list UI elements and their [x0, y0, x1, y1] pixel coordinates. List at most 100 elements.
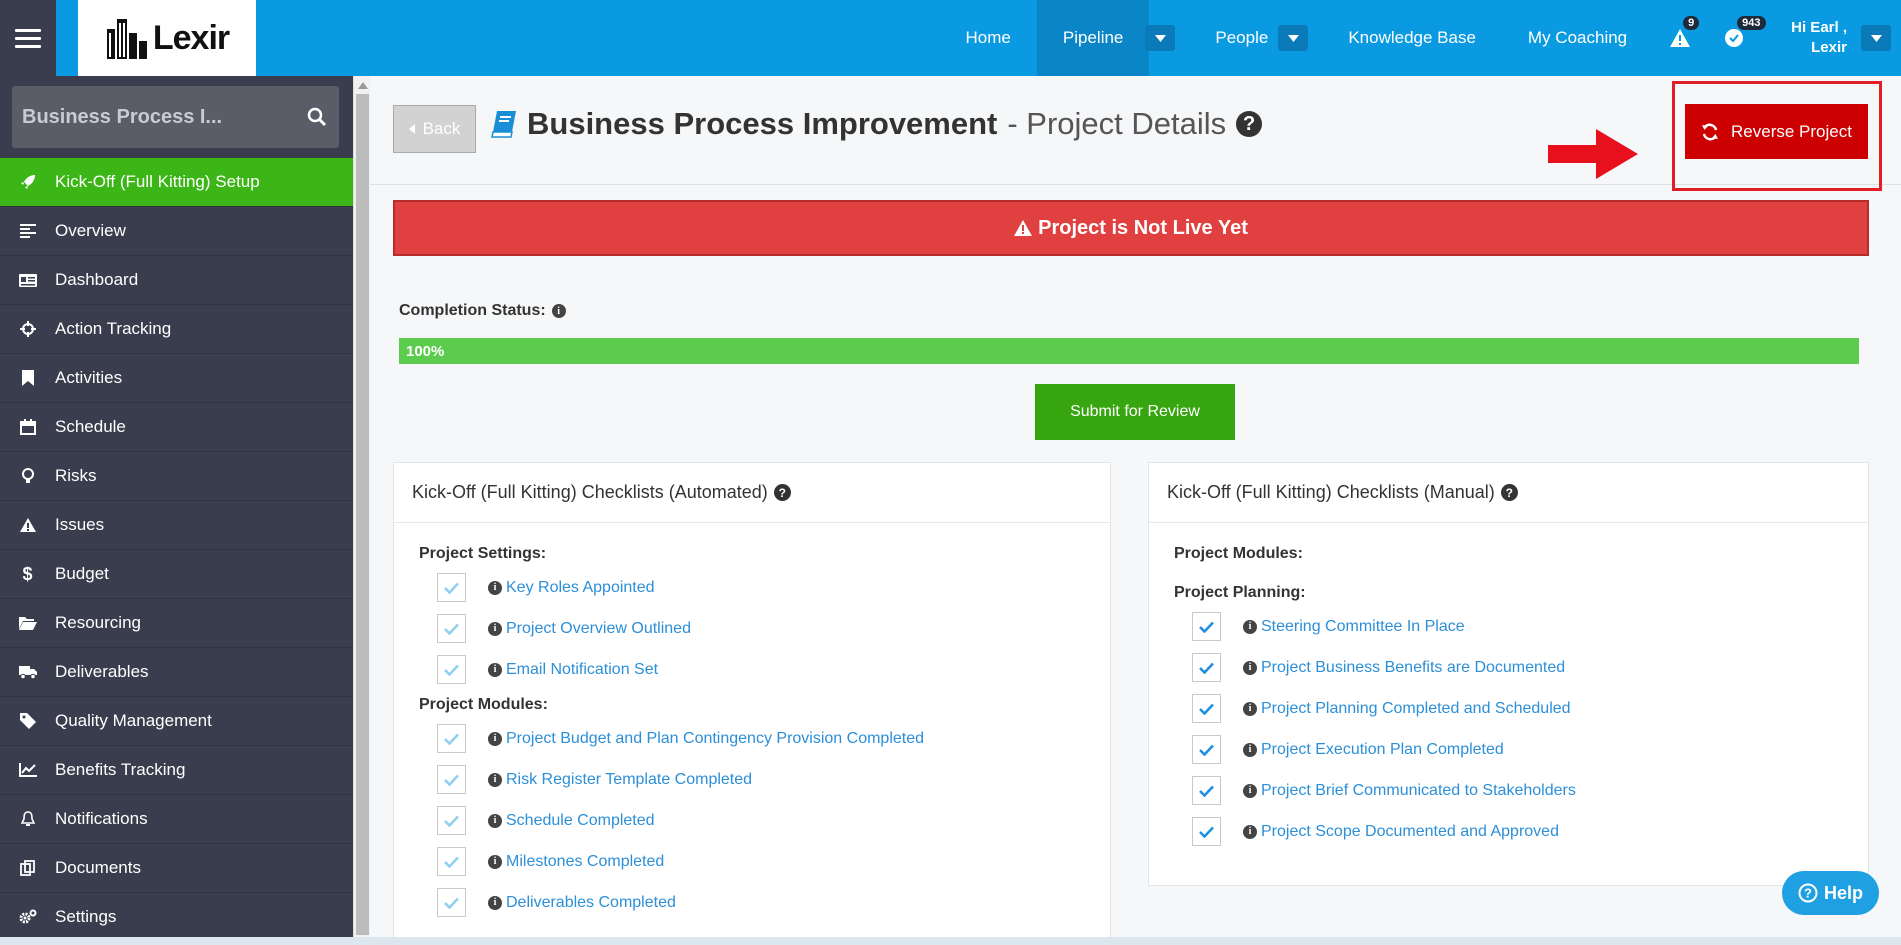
- search-icon[interactable]: [305, 105, 329, 129]
- checklist-item-link[interactable]: Steering Committee In Place: [1261, 618, 1465, 636]
- panel-title: Kick-Off (Full Kitting) Checklists (Manu…: [1167, 482, 1495, 502]
- checklist-item-link[interactable]: Project Scope Documented and Approved: [1261, 823, 1559, 841]
- checklist-item-link[interactable]: Milestones Completed: [506, 853, 664, 871]
- sidebar-item-notifications[interactable]: Notifications: [0, 795, 353, 844]
- checkbox[interactable]: [437, 847, 466, 876]
- sidebar-item-settings[interactable]: Settings: [0, 893, 353, 942]
- checkbox[interactable]: [1192, 653, 1221, 682]
- info-icon[interactable]: i: [1243, 783, 1257, 798]
- sidebar-item-deliverables[interactable]: Deliverables: [0, 648, 353, 697]
- checkbox[interactable]: [437, 765, 466, 794]
- info-icon[interactable]: i: [488, 731, 502, 746]
- project-search-input[interactable]: [22, 105, 305, 129]
- user-dropdown-toggle[interactable]: [1861, 25, 1891, 51]
- checkbox[interactable]: [437, 614, 466, 643]
- checklist-item-link[interactable]: Project Budget and Plan Contingency Prov…: [506, 730, 924, 748]
- checklist-item-link[interactable]: Email Notification Set: [506, 661, 658, 679]
- checklist-item-link[interactable]: Schedule Completed: [506, 812, 655, 830]
- nav-knowledge-base[interactable]: Knowledge Base: [1322, 0, 1502, 76]
- info-icon[interactable]: i: [1243, 742, 1257, 757]
- info-icon[interactable]: i: [1243, 824, 1257, 839]
- checklist-item-link[interactable]: Key Roles Appointed: [506, 579, 655, 597]
- sidebar-item-activities[interactable]: Activities: [0, 354, 353, 403]
- checklist-item-link[interactable]: Project Business Benefits are Documented: [1261, 659, 1565, 677]
- checklist-item: i Project Execution Plan Completed: [1192, 729, 1868, 770]
- main-content: Back Business Process Improvement - Proj…: [370, 76, 1901, 945]
- checkbox[interactable]: [1192, 776, 1221, 805]
- back-button[interactable]: Back: [393, 105, 476, 153]
- people-dropdown-toggle[interactable]: [1278, 25, 1309, 51]
- cogs-icon: [0, 909, 55, 925]
- sidebar-item-budget[interactable]: $ Budget: [0, 550, 353, 599]
- checklist-item-link[interactable]: Deliverables Completed: [506, 894, 676, 912]
- info-icon[interactable]: i: [488, 621, 502, 636]
- checklist-item-link[interactable]: Project Overview Outlined: [506, 620, 691, 638]
- submit-for-review-button[interactable]: Submit for Review: [1035, 384, 1235, 440]
- sidebar-item-risks[interactable]: Risks: [0, 452, 353, 501]
- lexir-logo[interactable]: Lexir: [78, 0, 256, 76]
- sidebar-item-documents[interactable]: Documents: [0, 844, 353, 893]
- info-icon[interactable]: i: [1243, 660, 1257, 675]
- info-icon[interactable]: i: [488, 662, 502, 677]
- nav-my-coaching[interactable]: My Coaching: [1502, 0, 1653, 76]
- question-circle-icon[interactable]: ?: [773, 484, 791, 501]
- lightbulb-icon: [0, 468, 55, 484]
- scroll-up-arrow[interactable]: [358, 82, 368, 89]
- sidebar-item-schedule[interactable]: Schedule: [0, 403, 353, 452]
- info-icon[interactable]: i: [551, 304, 566, 318]
- help-button[interactable]: ? Help: [1782, 871, 1879, 915]
- page-scrollbar[interactable]: [353, 76, 370, 945]
- checklist-item: i Project Business Benefits are Documente…: [1192, 647, 1868, 688]
- sidebar-item-dashboard[interactable]: Dashboard: [0, 256, 353, 305]
- question-circle-icon[interactable]: ?: [1236, 111, 1263, 137]
- checkbox[interactable]: [437, 888, 466, 917]
- question-circle-icon[interactable]: ?: [1500, 484, 1518, 501]
- checkbox[interactable]: [1192, 694, 1221, 723]
- info-icon[interactable]: i: [488, 772, 502, 787]
- checklist-item-link[interactable]: Project Brief Communicated to Stakeholde…: [1261, 782, 1576, 800]
- scroll-thumb[interactable]: [356, 94, 369, 935]
- checkmark-icon: [1199, 785, 1214, 797]
- nav-home[interactable]: Home: [940, 0, 1037, 76]
- tasks-button[interactable]: 943: [1707, 0, 1766, 76]
- check-circle-icon: [1725, 29, 1744, 47]
- info-icon[interactable]: i: [1243, 701, 1257, 716]
- info-icon[interactable]: i: [488, 580, 502, 595]
- checkbox[interactable]: [1192, 612, 1221, 641]
- sidebar-item-overview[interactable]: Overview: [0, 207, 353, 256]
- sidebar-item-resourcing[interactable]: Resourcing: [0, 599, 353, 648]
- sidebar-item-action-tracking[interactable]: Action Tracking: [0, 305, 353, 354]
- checklist-item-link[interactable]: Project Planning Completed and Scheduled: [1261, 700, 1571, 718]
- nav-pipeline[interactable]: Pipeline: [1036, 0, 1150, 76]
- warning-icon: [1014, 220, 1033, 236]
- checklist-item: i Milestones Completed: [437, 841, 1110, 882]
- alerts-button[interactable]: 9: [1653, 0, 1707, 76]
- checkbox[interactable]: [437, 806, 466, 835]
- user-menu[interactable]: Hi Earl , Lexir: [1761, 0, 1855, 76]
- checkmark-icon: [444, 733, 459, 745]
- info-icon[interactable]: i: [488, 813, 502, 828]
- info-icon[interactable]: i: [1243, 619, 1257, 634]
- info-icon[interactable]: i: [488, 895, 502, 910]
- pipeline-dropdown-toggle[interactable]: [1145, 25, 1176, 51]
- sidebar-item-issues[interactable]: Issues: [0, 501, 353, 550]
- sidebar-item-quality-management[interactable]: Quality Management: [0, 697, 353, 746]
- reverse-project-button[interactable]: Reverse Project: [1685, 104, 1868, 159]
- info-icon[interactable]: i: [488, 854, 502, 869]
- checkbox[interactable]: [437, 724, 466, 753]
- checkbox[interactable]: [1192, 735, 1221, 764]
- section-heading: Project Modules:: [419, 696, 548, 713]
- checklist-item-link[interactable]: Project Execution Plan Completed: [1261, 741, 1504, 759]
- sidebar-item-kickoff[interactable]: Kick-Off (Full Kitting) Setup: [0, 158, 353, 207]
- checkbox[interactable]: [1192, 817, 1221, 846]
- reverse-project-label: Reverse Project: [1731, 121, 1852, 141]
- bottom-strip: [0, 937, 1901, 945]
- checkbox[interactable]: [437, 655, 466, 684]
- question-circle-icon: ?: [1798, 883, 1818, 903]
- checkbox[interactable]: [437, 573, 466, 602]
- hamburger-menu-button[interactable]: [0, 0, 56, 76]
- sidebar-item-benefits-tracking[interactable]: Benefits Tracking: [0, 746, 353, 795]
- warning-icon: [0, 518, 55, 532]
- checklist-item-link[interactable]: Risk Register Template Completed: [506, 771, 752, 789]
- project-search: [12, 86, 339, 148]
